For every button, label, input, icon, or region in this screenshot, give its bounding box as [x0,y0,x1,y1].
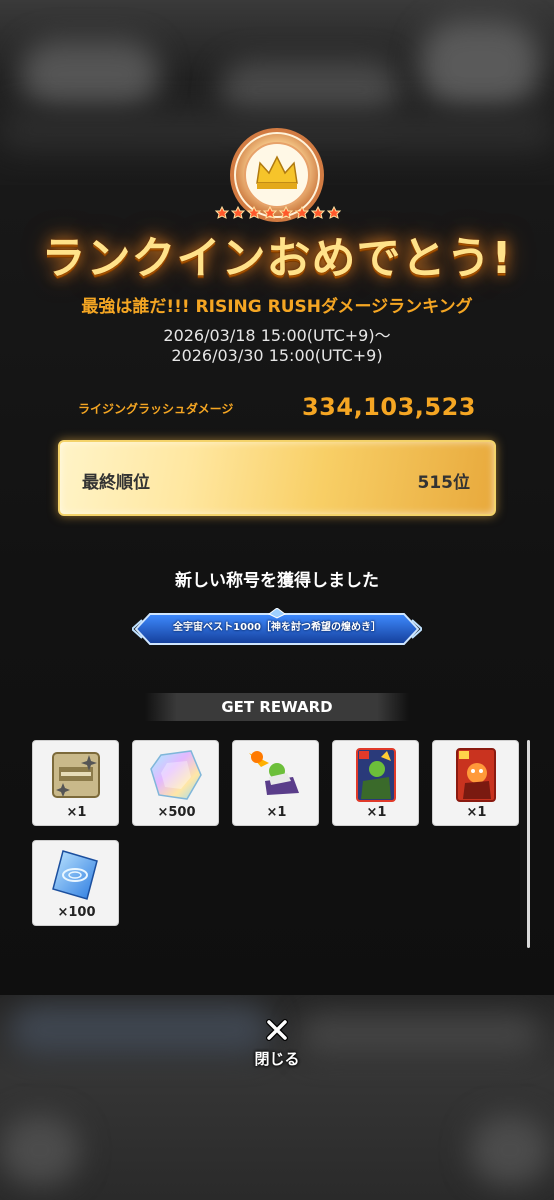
character-icon [249,751,299,795]
title-banner-text: 全宇宙ベスト1000［神を討つ希望の煌めき］ [172,622,382,633]
crown-medal-icon [214,128,342,222]
new-title-message: 新しい称号を獲得しました [175,571,379,591]
reward-qty: ×1 [266,805,287,820]
reward-header-label: GET REWARD [221,698,333,716]
event-period-end: 2026/03/30 15:00(UTC+9) [171,346,383,365]
event-period-start: 2026/03/18 15:00(UTC+9)～ [163,326,391,345]
reward-item[interactable]: ×1 [32,740,119,826]
damage-label: ライジングラッシュダメージ [78,402,234,416]
reward-qty: ×1 [366,805,387,820]
final-rank-box: 最終順位 515位 [58,440,496,516]
card-icon [456,748,496,802]
final-rank-value: 515位 [417,473,471,493]
final-rank-label: 最終順位 [82,473,150,493]
damage-value: 334,103,523 [301,393,476,421]
reward-item[interactable]: ×500 [132,740,219,826]
congrats-heading: ランクインおめでとう! [41,233,513,284]
reward-item[interactable]: ×1 [332,740,419,826]
reward-qty: ×1 [466,805,487,820]
reward-qty: ×500 [157,805,196,820]
crystal-icon [150,750,202,800]
close-label: 閉じる [254,1050,300,1068]
close-icon [266,1019,288,1041]
reward-item[interactable]: ×100 [32,840,119,926]
ticket-icon [52,752,100,798]
close-button[interactable]: 閉じる [240,1018,314,1074]
reward-qty: ×100 [57,905,96,920]
reward-item[interactable]: ×1 [232,740,319,826]
event-title: 最強は誰だ!!! RISING RUSHダメージランキング [81,297,473,317]
reward-item[interactable]: ×1 [432,740,519,826]
reward-scrollbar[interactable] [527,740,530,948]
reward-header: GET REWARD [145,693,409,721]
card-icon [356,748,396,802]
memory-icon [52,850,98,900]
reward-qty: ×1 [66,805,87,820]
